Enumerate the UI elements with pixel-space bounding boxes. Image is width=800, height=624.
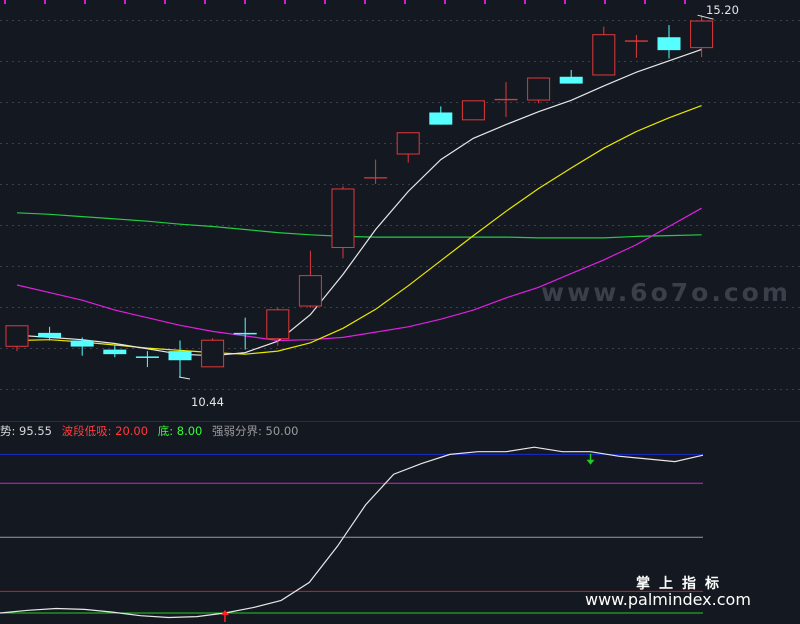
indicator-legend: 势: 95.55 波段低吸: 20.00 底: 8.00 强弱分界: 50.00 — [0, 423, 304, 439]
watermark-6o7o: www.6o7o.com — [541, 278, 791, 307]
candle-up — [298, 275, 322, 307]
candle-up — [331, 188, 355, 248]
candle-up — [396, 132, 420, 155]
candle-down — [429, 112, 453, 125]
watermark-palmindex: www.palmindex.com — [585, 590, 751, 609]
candle-down — [38, 332, 62, 338]
chart-stage: 势: 95.55 波段低吸: 20.00 底: 8.00 强弱分界: 50.00… — [0, 0, 800, 624]
low-label-pointer — [178, 376, 191, 380]
candle-up — [5, 325, 29, 347]
candle-down — [70, 340, 94, 347]
legend-band-buy: 波段低吸: 20.00 — [61, 424, 149, 438]
candle-down — [103, 349, 127, 355]
candle-down — [657, 37, 681, 51]
candle-down — [233, 332, 257, 335]
candle-down — [559, 76, 583, 84]
candle-down — [135, 356, 159, 358]
legend-trend: 势: 95.55 — [0, 424, 52, 438]
ma-magenta-line — [16, 207, 702, 342]
candle-down — [168, 351, 192, 361]
sell-arrowhead — [586, 459, 595, 465]
candle-up — [201, 339, 225, 368]
legend-strength-divide: 强弱分界: 50.00 — [212, 424, 299, 438]
high-price-label: 15.20 — [706, 3, 739, 17]
ma-yellow-line — [16, 105, 702, 355]
candle-up — [690, 20, 714, 49]
ma-white-line — [16, 48, 702, 357]
candle-up — [592, 34, 616, 76]
candle-up — [527, 77, 551, 101]
legend-bottom: 底: 8.00 — [157, 424, 203, 438]
price-chart — [0, 0, 800, 622]
ma-green-line — [16, 212, 702, 239]
candle-up — [461, 100, 485, 121]
candle-up — [266, 309, 290, 340]
low-price-label: 10.44 — [191, 395, 224, 409]
